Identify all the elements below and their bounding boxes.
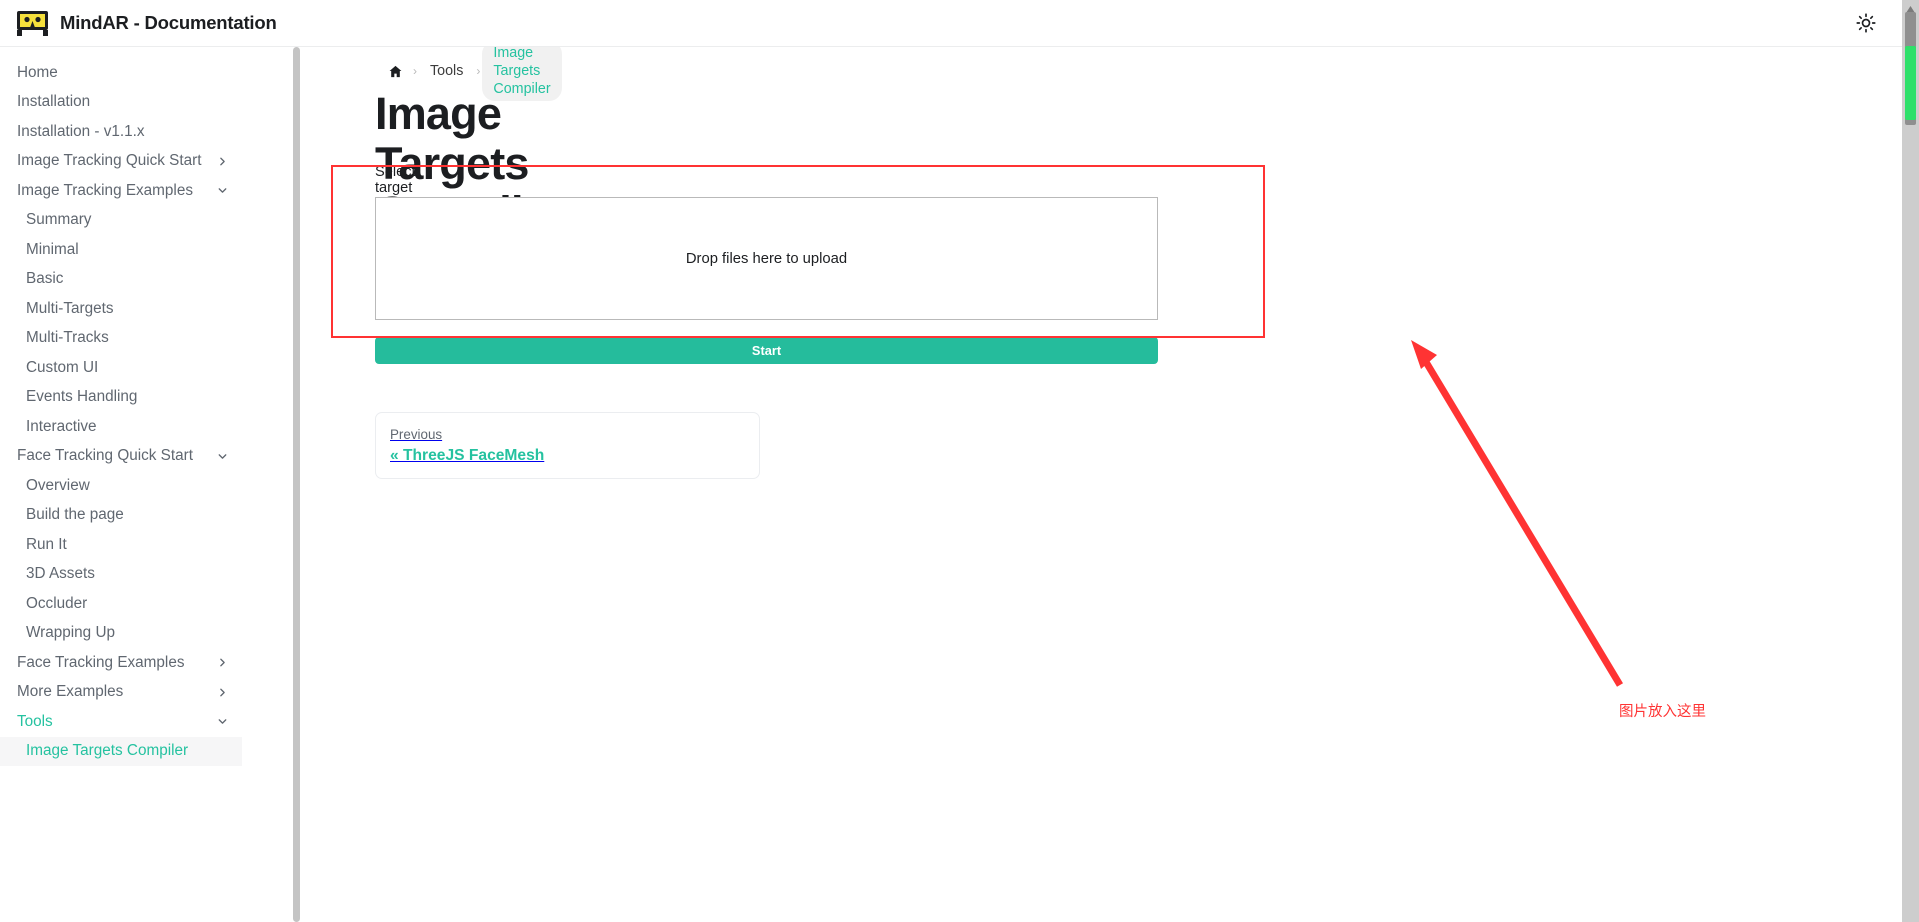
sidebar-item-face-tracking-quick-start[interactable]: Face Tracking Quick Start xyxy=(0,442,242,472)
sidebar-item-basic[interactable]: Basic xyxy=(0,265,242,295)
sidebar-item-label: Image Tracking Quick Start xyxy=(17,152,202,170)
top-navbar: MindAR - Documentation xyxy=(0,0,1919,47)
sidebar-item-summary[interactable]: Summary xyxy=(0,206,242,236)
chevron-right-icon[interactable] xyxy=(216,656,229,669)
chevron-down-icon[interactable] xyxy=(216,715,229,728)
sidebar-item-label: Wrapping Up xyxy=(26,624,115,642)
sun-icon[interactable] xyxy=(1850,7,1882,39)
dropzone-label: Drop files here to upload xyxy=(685,250,848,267)
sidebar-item-label: Installation - v1.1.x xyxy=(17,122,145,140)
sidebar-item-label: Build the page xyxy=(26,506,124,524)
sidebar-item-label: Image Tracking Examples xyxy=(17,181,193,199)
brand-title: MindAR - Documentation xyxy=(60,12,277,33)
sidebar-item-wrapping-up[interactable]: Wrapping Up xyxy=(0,619,242,649)
sidebar-item-label: Summary xyxy=(26,211,92,229)
sidebar-item-run-it[interactable]: Run It xyxy=(0,530,242,560)
breadcrumb: › Tools › Image Targets Compiler xyxy=(380,47,562,101)
sidebar-item-label: Multi-Targets xyxy=(26,299,114,317)
sidebar-item-multi-targets[interactable]: Multi-Targets xyxy=(0,294,242,324)
sidebar-item-events-handling[interactable]: Events Handling xyxy=(0,383,242,413)
sidebar-item-multi-tracks[interactable]: Multi-Tracks xyxy=(0,324,242,354)
sidebar-nav: Home Installation Installation - v1.1.x Ima… xyxy=(0,47,242,922)
sidebar-item-label: Occluder xyxy=(26,594,88,612)
sidebar-item-overview[interactable]: Overview xyxy=(0,471,242,501)
sidebar-scrollbar[interactable] xyxy=(293,47,300,922)
sidebar-item-tools[interactable]: Tools xyxy=(0,707,242,737)
sidebar-item-label: Installation xyxy=(17,93,91,111)
sidebar-item-interactive[interactable]: Interactive xyxy=(0,412,242,442)
main-content: › Tools › Image Targets Compiler Image T… xyxy=(250,47,1900,922)
sidebar-item-occluder[interactable]: Occluder xyxy=(0,589,242,619)
sidebar-item-label: Home xyxy=(17,63,58,81)
breadcrumb-separator: › xyxy=(413,64,417,78)
sidebar-item-face-tracking-examples[interactable]: Face Tracking Examples xyxy=(0,648,242,678)
sidebar-item-label: Face Tracking Quick Start xyxy=(17,447,193,465)
sidebar-item-image-tracking-examples[interactable]: Image Tracking Examples xyxy=(0,176,242,206)
brand-link[interactable]: MindAR - Documentation xyxy=(17,10,277,36)
start-button[interactable]: Start xyxy=(375,337,1158,364)
sidebar-item-list: Home Installation Installation - v1.1.x Ima… xyxy=(0,47,242,766)
sidebar-item-label: Events Handling xyxy=(26,388,138,406)
window-scrollbar[interactable] xyxy=(1902,0,1919,922)
breadcrumb-separator: › xyxy=(476,64,481,78)
sidebar-item-label: Multi-Tracks xyxy=(26,329,109,347)
sidebar-item-label: 3D Assets xyxy=(26,565,95,583)
sidebar-item-label: Overview xyxy=(26,476,90,494)
sidebar-item-custom-ui[interactable]: Custom UI xyxy=(0,353,242,383)
file-dropzone[interactable]: Drop files here to upload xyxy=(375,197,1158,320)
pagination-prev-link: « ThreeJS FaceMesh xyxy=(390,447,545,464)
chevron-right-icon[interactable] xyxy=(216,155,229,168)
sidebar-item-label: Image Targets Compiler xyxy=(26,742,189,760)
sidebar-item-label: More Examples xyxy=(17,683,124,701)
sidebar-item-label: Minimal xyxy=(26,240,79,258)
sidebar-item-installation-v1-1-x[interactable]: Installation - v1.1.x xyxy=(0,117,242,147)
sidebar-item-minimal[interactable]: Minimal xyxy=(0,235,242,265)
sidebar-item-installation[interactable]: Installation xyxy=(0,88,242,118)
sidebar-item-label: Interactive xyxy=(26,417,97,435)
sidebar-item-more-examples[interactable]: More Examples xyxy=(0,678,242,708)
sidebar-item-home[interactable]: Home xyxy=(0,58,242,88)
pagination-prev-label: Previous xyxy=(390,427,443,442)
scroll-up-arrow-icon[interactable] xyxy=(1905,1,1916,13)
sidebar-item-label: Tools xyxy=(17,712,53,730)
sidebar-item-label: Custom UI xyxy=(26,358,99,376)
chevron-right-icon[interactable] xyxy=(216,686,229,699)
sidebar-item-label: Run It xyxy=(26,535,67,553)
mindar-glasses-logo-icon xyxy=(17,10,48,36)
sidebar-divider xyxy=(243,47,250,922)
sidebar-item-3d-assets[interactable]: 3D Assets xyxy=(0,560,242,590)
home-icon[interactable] xyxy=(380,61,411,82)
chevron-down-icon[interactable] xyxy=(216,184,229,197)
sidebar-item-image-tracking-quick-start[interactable]: Image Tracking Quick Start xyxy=(0,147,242,177)
chevron-down-icon[interactable] xyxy=(216,450,229,463)
sidebar-item-label: Basic xyxy=(26,270,64,288)
pagination-prev-card[interactable]: Previous « ThreeJS FaceMesh xyxy=(375,412,760,479)
sidebar-item-label: Face Tracking Examples xyxy=(17,653,185,671)
sidebar-item-build-the-page[interactable]: Build the page xyxy=(0,501,242,531)
window-scrollbar-thumb-highlight[interactable] xyxy=(1905,46,1916,120)
breadcrumb-item-tools[interactable]: Tools xyxy=(419,59,474,83)
sidebar-item-image-targets-compiler[interactable]: Image Targets Compiler xyxy=(0,736,242,766)
